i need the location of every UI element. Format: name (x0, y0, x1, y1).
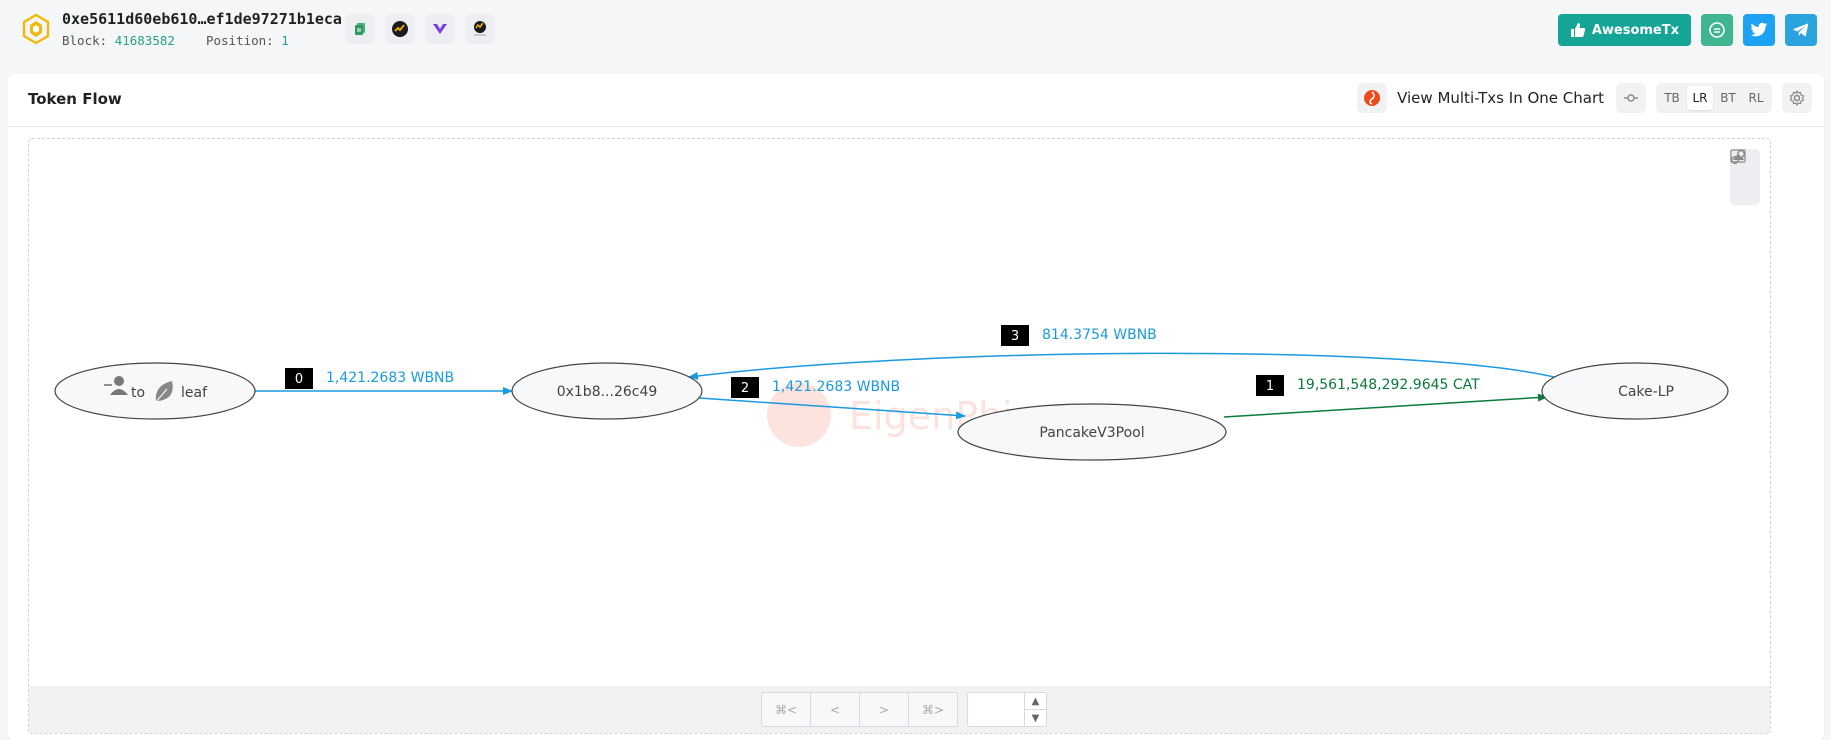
pager-next-button[interactable]: > (860, 693, 909, 726)
card-toolbar: View Multi-Txs In One Chart TB LR BT RL (1357, 83, 1812, 113)
tx-hash[interactable]: 0xe5611d60eb610…ef1de97271b1eca (62, 10, 342, 28)
edge-amount-0: 1,421.2683 WBNB (326, 370, 454, 386)
reset-view-button[interactable] (1616, 83, 1646, 113)
position-label: Position: (205, 33, 274, 48)
edge-index-2: 2 (741, 381, 749, 396)
edge-index-1: 1 (1266, 379, 1274, 394)
node-0x1b8-26c49[interactable]: 0x1b8...26c49 (511, 362, 703, 420)
edge-label-1: 1 19,561,548,292.9645 CAT (1256, 375, 1480, 396)
node-origin[interactable]: to leaf (54, 362, 256, 420)
position-value: 1 (281, 33, 289, 48)
pager-buttons: ⌘< < > ⌘> (761, 692, 958, 727)
edge-index-0: 0 (295, 372, 303, 387)
flow-graph-canvas: EigenPhi 0 1,421.2683 WBNB 2 1,421.2683 … (54, 325, 1729, 461)
multi-tx-link[interactable]: View Multi-Txs In One Chart (1397, 89, 1604, 107)
edge-1[interactable] (1223, 393, 1548, 418)
layout-option-bt[interactable]: BT (1715, 86, 1741, 110)
right-scroll-strip[interactable] (1825, 74, 1831, 740)
block-label: Block: (62, 33, 108, 48)
edge-amount-1: 19,561,548,292.9645 CAT (1297, 377, 1480, 393)
eigenphi-logo-icon[interactable] (1357, 83, 1388, 113)
external-tools (345, 14, 495, 44)
comment-button[interactable] (1701, 14, 1733, 46)
layout-direction-toggle: TB LR BT RL (1656, 83, 1772, 113)
pager-first-button[interactable]: ⌘< (762, 693, 811, 726)
copy-icon[interactable] (345, 14, 375, 44)
openchain-icon[interactable] (465, 14, 495, 44)
node-label-n2: PancakeV3Pool (1039, 425, 1144, 441)
pager-last-button[interactable]: ⌘> (909, 693, 957, 726)
page-stepper: ▲ ▼ (1024, 693, 1046, 726)
target-icon (1624, 94, 1638, 102)
link-icon[interactable] (1730, 149, 1746, 165)
token-flow-card: Token Flow View Multi-Txs In One Chart T… (8, 74, 1824, 740)
edge-index-3: 3 (1011, 329, 1019, 344)
graph-side-tools (1730, 149, 1760, 205)
telegram-button[interactable] (1785, 14, 1817, 46)
node-pancake-v3-pool[interactable]: PancakeV3Pool (957, 403, 1227, 461)
card-title: Token Flow (28, 90, 122, 108)
node-cake-lp[interactable]: Cake-LP (1541, 362, 1729, 420)
card-divider (8, 126, 1824, 127)
telegram-icon (1792, 23, 1809, 37)
block-value[interactable]: 41683582 (115, 33, 175, 48)
gear-icon (1789, 90, 1805, 106)
pager-prev-button[interactable]: < (811, 693, 860, 726)
page-number-input[interactable]: ▲ ▼ (967, 692, 1047, 727)
edge-3[interactable] (688, 352, 1555, 380)
twitter-icon (1750, 22, 1768, 37)
graph-pager: ⌘< < > ⌘> ▲ ▼ (29, 686, 1770, 733)
token-flow-graph[interactable]: EigenPhi 0 1,421.2683 WBNB 2 1,421.2683 … (28, 138, 1771, 734)
edge-label-2: 2 1,421.2683 WBNB (731, 377, 900, 398)
stepper-down-icon[interactable]: ▼ (1025, 710, 1046, 726)
twitter-button[interactable] (1743, 14, 1775, 46)
layout-option-tb[interactable]: TB (1659, 86, 1685, 110)
stepper-up-icon[interactable]: ▲ (1025, 693, 1046, 710)
awesome-tx-button[interactable]: AwesomeTx (1557, 14, 1691, 46)
thumbs-up-icon (1570, 23, 1585, 37)
edge-amount-3: 814.3754 WBNB (1042, 327, 1157, 343)
explorer-icon[interactable] (385, 14, 415, 44)
layout-option-lr[interactable]: LR (1687, 86, 1713, 110)
settings-button[interactable] (1782, 83, 1812, 113)
header-actions: AwesomeTx (1557, 14, 1817, 46)
awesome-tx-label: AwesomeTx (1591, 22, 1679, 38)
node-label-n1: 0x1b8...26c49 (557, 384, 658, 400)
node-origin-to: to (131, 385, 145, 401)
edge-label-3: 3 814.3754 WBNB (1001, 325, 1157, 346)
top-header: 0xe5611d60eb610…ef1de97271b1eca Block: 4… (0, 0, 1831, 62)
edge-amount-2: 1,421.2683 WBNB (772, 379, 900, 395)
node-label-n3: Cake-LP (1618, 384, 1674, 400)
layout-option-rl[interactable]: RL (1743, 86, 1769, 110)
tx-meta: Block: 41683582 Position: 1 (62, 33, 289, 48)
phalcon-icon[interactable] (425, 14, 455, 44)
node-origin-leaf: leaf (181, 385, 208, 401)
bnb-chain-logo-icon (22, 13, 50, 45)
comment-icon (1709, 22, 1725, 38)
edge-label-0: 0 1,421.2683 WBNB (285, 368, 454, 389)
